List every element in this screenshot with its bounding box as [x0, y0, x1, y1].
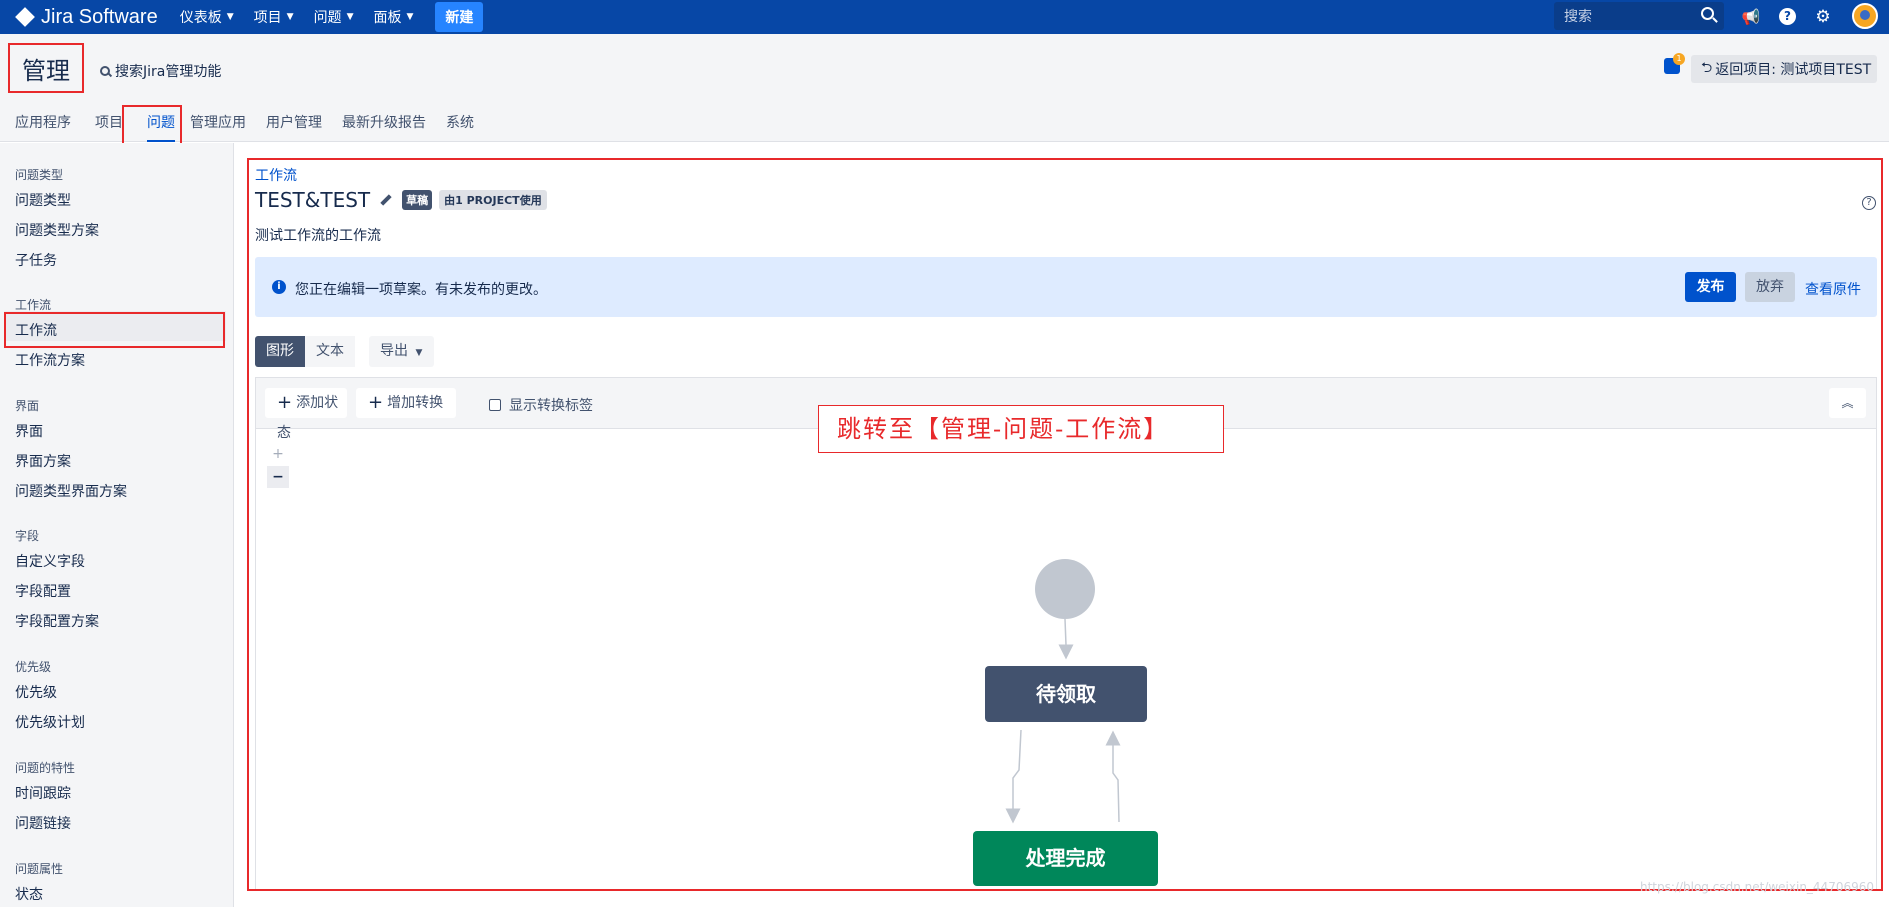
logo-text: Jira Software: [41, 5, 158, 28]
back-to-project-button[interactable]: ⮌ 返回项目: 测试项目TEST: [1691, 55, 1877, 83]
back-label: 返回项目: 测试项目TEST: [1715, 62, 1872, 78]
user-avatar[interactable]: [1852, 3, 1878, 29]
admin-header: 管理 搜索Jira管理功能 1 ⮌ 返回项目: 测试项目TEST 应用程序 项目…: [0, 34, 1889, 142]
chevron-down-icon: ▼: [286, 12, 294, 22]
watermark-text: https://blog.csdn.net/weixin_44706960: [1640, 880, 1875, 894]
nav-label: 项目: [253, 10, 282, 26]
search-placeholder: 搜索: [1564, 9, 1592, 25]
sidebar-highlight-box: [4, 312, 225, 348]
return-arrow-icon: ⮌: [1701, 60, 1713, 76]
nav-issues[interactable]: 问题 ▼: [314, 7, 354, 27]
nav-label: 仪表板: [179, 10, 222, 26]
sidebar-item-statuses[interactable]: 状态: [15, 884, 43, 904]
create-button[interactable]: 新建: [435, 2, 484, 32]
sidebar-item-field-configurations[interactable]: 字段配置: [15, 581, 71, 601]
help-icon[interactable]: ?: [1779, 8, 1796, 25]
chevron-down-icon: ▼: [406, 12, 414, 22]
sidebar-heading-fields: 字段: [15, 529, 40, 543]
annotation-callout: 跳转至【管理-问题-工作流】: [818, 405, 1224, 453]
sidebar-item-field-configuration-schemes[interactable]: 字段配置方案: [15, 611, 99, 631]
sidebar-item-subtasks[interactable]: 子任务: [15, 250, 57, 270]
nav-label: 问题: [313, 10, 342, 26]
sidebar-heading-issue-types: 问题类型: [15, 168, 64, 182]
jira-logo-icon: [15, 7, 35, 27]
admin-tabs: 应用程序 项目 问题 管理应用 用户管理 最新升级报告 系统: [0, 112, 483, 142]
chevron-down-icon: ▼: [226, 12, 234, 22]
search-icon[interactable]: [1701, 7, 1714, 20]
megaphone-icon[interactable]: 📢: [1741, 7, 1761, 27]
gear-icon[interactable]: ⚙: [1813, 7, 1833, 27]
jira-logo[interactable]: Jira Software: [14, 6, 158, 29]
tab-applications[interactable]: 应用程序: [0, 112, 80, 142]
sidebar-heading-screens: 界面: [15, 399, 40, 413]
main-highlight-box: [247, 158, 1883, 891]
sidebar-heading-workflows: 工作流: [15, 298, 52, 312]
tab-user-management[interactable]: 用户管理: [255, 112, 331, 142]
notification-badge: 1: [1673, 53, 1685, 65]
sidebar-item-custom-fields[interactable]: 自定义字段: [15, 551, 85, 571]
admin-search-link[interactable]: 搜索Jira管理功能: [100, 61, 221, 81]
sidebar-item-issue-linking[interactable]: 问题链接: [15, 813, 71, 833]
nav-boards[interactable]: 面板 ▼: [373, 7, 413, 27]
tab-upgrade-report[interactable]: 最新升级报告: [331, 112, 435, 142]
sidebar-item-issue-type-screen-schemes[interactable]: 问题类型界面方案: [15, 481, 127, 501]
sidebar-heading-issue-attributes: 问题属性: [15, 862, 64, 876]
sidebar-item-workflow-schemes[interactable]: 工作流方案: [15, 350, 85, 370]
sidebar-item-priority-schemes[interactable]: 优先级计划: [15, 712, 85, 732]
sidebar-item-priorities[interactable]: 优先级: [15, 682, 57, 702]
sidebar-item-issue-type-schemes[interactable]: 问题类型方案: [15, 220, 99, 240]
tab-manage-apps[interactable]: 管理应用: [184, 112, 255, 142]
global-search-input[interactable]: 搜索: [1554, 2, 1724, 30]
sidebar-item-issue-types[interactable]: 问题类型: [15, 190, 71, 210]
sidebar-heading-priorities: 优先级: [15, 660, 52, 674]
tab-system[interactable]: 系统: [435, 112, 483, 142]
sidebar-item-screen-schemes[interactable]: 界面方案: [15, 451, 71, 471]
admin-sidebar: 问题类型 问题类型 问题类型方案 子任务 工作流 工作流 工作流方案 界面 界面…: [0, 143, 234, 907]
admin-search-label: 搜索Jira管理功能: [115, 64, 222, 80]
nav-dashboards[interactable]: 仪表板 ▼: [180, 7, 234, 27]
sidebar-heading-issue-features: 问题的特性: [15, 761, 76, 775]
nav-projects[interactable]: 项目 ▼: [254, 7, 294, 27]
chevron-down-icon: ▼: [346, 12, 354, 22]
search-icon: [100, 66, 110, 76]
page-title: 管理: [8, 43, 84, 93]
sidebar-item-time-tracking[interactable]: 时间跟踪: [15, 783, 71, 803]
sidebar-item-screens[interactable]: 界面: [15, 421, 43, 441]
nav-label: 面板: [373, 10, 402, 26]
